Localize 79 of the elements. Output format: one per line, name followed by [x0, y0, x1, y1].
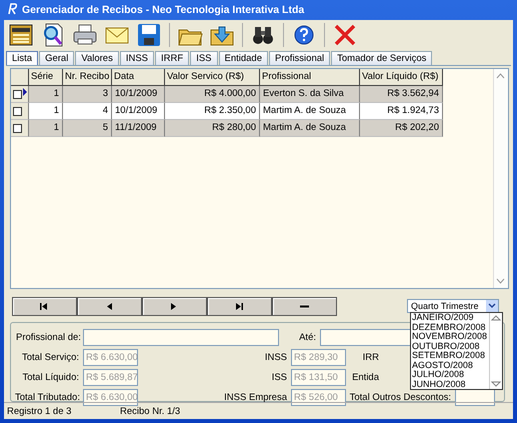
status-text: Recibo Nr. 1/3 [119, 406, 182, 416]
table-cell: Everton S. da Silva [260, 86, 360, 103]
total-field: R$ 526,00 [291, 389, 346, 406]
table-cell: 11/1/2009 [112, 120, 165, 137]
tab[interactable]: Tomador de Serviços [331, 51, 432, 65]
tab[interactable]: ISS [190, 51, 218, 65]
table-cell: 10/1/2009 [112, 86, 165, 103]
dropdown-option[interactable]: JUNHO/2008 [411, 380, 489, 389]
app-logo-icon [6, 2, 18, 14]
table-cell: 1 [29, 103, 63, 120]
dropdown-option[interactable]: AGOSTO/2008 [411, 360, 489, 370]
tab[interactable]: Valores [75, 51, 119, 65]
total-field: R$ 131,50 [291, 369, 346, 386]
dropdown-option[interactable]: JANEIRO/2009 [411, 313, 489, 322]
previous-record-button[interactable] [77, 296, 142, 316]
table-cell: R$ 4.000,00 [165, 86, 260, 103]
caret-icon[interactable] [488, 303, 496, 309]
field-label: Total Líquido: [21, 372, 80, 383]
field-label: Total Outros Descontos: [348, 392, 452, 403]
tab[interactable]: Entidade [218, 51, 268, 65]
table-cell: R$ 280,00 [165, 120, 260, 137]
table-cell: R$ 3.562,94 [360, 86, 443, 103]
table-cell: Martim A. de Souza [260, 103, 360, 120]
field-label: Profissional de: [15, 332, 82, 343]
column-header[interactable]: Data [112, 69, 165, 86]
table-cell: 10/1/2009 [112, 103, 165, 120]
field-label: INSS Empresa [223, 392, 288, 403]
row-checkbox[interactable] [13, 106, 22, 116]
previous-icon [105, 302, 114, 310]
table-cell: R$ 2.350,00 [165, 103, 260, 120]
first-record-button[interactable] [12, 296, 77, 316]
row-indicator[interactable] [11, 103, 29, 120]
tab[interactable]: INSS [120, 51, 154, 65]
field-label: Entida [351, 372, 379, 383]
table-cell: R$ 202,20 [360, 120, 443, 137]
table-cell: 4 [63, 103, 112, 120]
dropdown-option[interactable]: OUTUBRO/2008 [411, 342, 489, 351]
column-header[interactable]: Profissional [260, 69, 360, 86]
grid-corner [11, 69, 29, 86]
minus-icon [300, 302, 309, 310]
tab[interactable]: Lista [6, 51, 38, 65]
row-indicator[interactable] [11, 86, 29, 103]
total-field: R$ 289,30 [291, 349, 346, 366]
tab[interactable]: IRRF [155, 51, 190, 65]
delete-record-button[interactable] [272, 296, 337, 316]
profissional-from-field[interactable] [83, 329, 279, 346]
column-header[interactable]: Valor Servico (R$) [165, 69, 260, 86]
field-label: ISS [270, 372, 288, 383]
next-record-button[interactable] [142, 296, 207, 316]
dropdown-option[interactable]: SETEMBRO/2008 [411, 351, 489, 360]
field-label: INSS [264, 352, 288, 363]
table-cell: 5 [63, 120, 112, 137]
last-icon [235, 302, 244, 310]
column-header[interactable]: Série [29, 69, 63, 86]
scroll-up-icon[interactable] [490, 313, 501, 323]
table-cell: 1 [29, 120, 63, 137]
dropdown-option[interactable]: DEZEMBRO/2008 [411, 322, 489, 332]
dropdown-option[interactable]: NOVEMBRO/2008 [411, 332, 489, 342]
field-label: IRR [362, 352, 379, 363]
column-header[interactable]: Valor Líquido (R$) [360, 69, 443, 86]
window-title: Gerenciador de Recibos - Neo Tecnologia Interativa Ltda [22, 4, 304, 16]
field-label: Até: [298, 332, 317, 343]
row-indicator[interactable] [11, 120, 29, 137]
last-record-button[interactable] [207, 296, 272, 316]
tab[interactable]: Geral [39, 51, 74, 65]
tab[interactable]: Profissional [269, 51, 330, 65]
table-cell: Martim A. de Souza [260, 120, 360, 137]
table-cell: R$ 1.924,73 [360, 103, 443, 120]
field-label: Total Serviço: [20, 352, 80, 363]
column-header[interactable]: Nr. Recibo [63, 69, 112, 86]
scroll-down-icon[interactable] [490, 379, 501, 389]
dropdown-option[interactable]: JULHO/2008 [411, 370, 489, 380]
table-cell: 1 [29, 86, 63, 103]
status-text: Registro 1 de 3 [6, 406, 72, 416]
table-cell: 3 [63, 86, 112, 103]
row-checkbox[interactable] [13, 90, 22, 98]
field-label: Total Tributado: [15, 392, 81, 403]
first-icon [40, 302, 49, 310]
row-checkbox[interactable] [13, 124, 22, 132]
